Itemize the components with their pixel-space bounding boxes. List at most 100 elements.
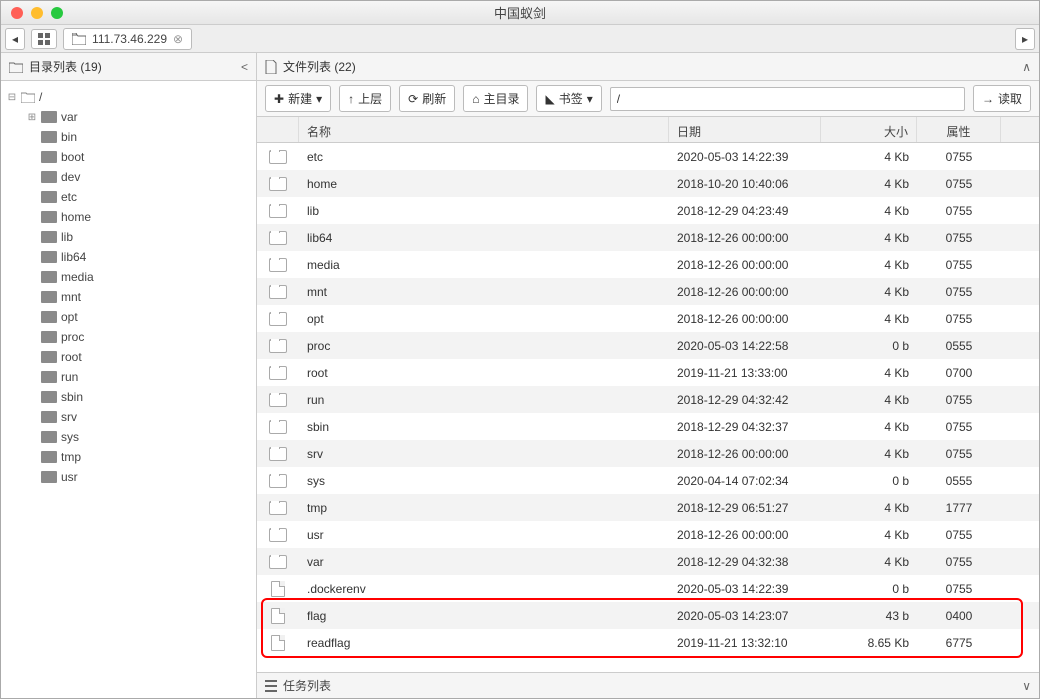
file-row[interactable]: home2018-10-20 10:40:064 Kb0755	[257, 170, 1039, 197]
file-date: 2020-05-03 14:23:07	[669, 609, 821, 623]
tree-item-label: usr	[61, 470, 78, 484]
file-date: 2018-12-26 00:00:00	[669, 528, 821, 542]
file-attr: 0755	[917, 177, 1001, 191]
path-input[interactable]	[610, 87, 965, 111]
tab-host[interactable]: 111.73.46.229 ⊗	[63, 28, 192, 50]
file-name: lib	[299, 204, 669, 218]
file-row[interactable]: var2018-12-29 04:32:384 Kb0755	[257, 548, 1039, 575]
tree-item-label: var	[61, 110, 78, 124]
tree-item-lib[interactable]: lib	[5, 227, 252, 247]
maximize-icon[interactable]	[51, 7, 63, 19]
folder-icon	[41, 411, 57, 423]
col-date[interactable]: 日期	[669, 117, 821, 142]
file-row[interactable]: media2018-12-26 00:00:004 Kb0755	[257, 251, 1039, 278]
caret-left-icon: ◂	[12, 32, 18, 46]
file-row[interactable]: flag2020-05-03 14:23:0743 b0400	[257, 602, 1039, 629]
file-name: home	[299, 177, 669, 191]
tree-item-mnt[interactable]: mnt	[5, 287, 252, 307]
close-icon[interactable]	[11, 7, 23, 19]
expand-toggle-icon[interactable]: ⊟	[7, 92, 17, 103]
new-button[interactable]: ✚新建▾	[265, 85, 331, 112]
tree-item-usr[interactable]: usr	[5, 467, 252, 487]
tree-item-bin[interactable]: bin	[5, 127, 252, 147]
tree-item-run[interactable]: run	[5, 367, 252, 387]
file-row[interactable]: run2018-12-29 04:32:424 Kb0755	[257, 386, 1039, 413]
file-name: flag	[299, 609, 669, 623]
file-size: 4 Kb	[821, 285, 917, 299]
tree-item-srv[interactable]: srv	[5, 407, 252, 427]
file-size: 4 Kb	[821, 528, 917, 542]
file-row[interactable]: readflag2019-11-21 13:32:108.65 Kb6775	[257, 629, 1039, 656]
home-button[interactable]: ⌂主目录	[463, 85, 528, 112]
filelist-header[interactable]: 文件列表 (22) ∧	[257, 53, 1039, 81]
file-date: 2018-12-29 04:23:49	[669, 204, 821, 218]
folder-icon	[41, 111, 57, 123]
file-row[interactable]: .dockerenv2020-05-03 14:22:390 b0755	[257, 575, 1039, 602]
tree-item-lib64[interactable]: lib64	[5, 247, 252, 267]
tree-item-tmp[interactable]: tmp	[5, 447, 252, 467]
tree-item-label: home	[61, 210, 91, 224]
file-date: 2020-05-03 14:22:39	[669, 150, 821, 164]
folder-icon	[269, 312, 287, 326]
refresh-button[interactable]: ⟳刷新	[399, 85, 455, 112]
col-attr[interactable]: 属性	[917, 117, 1001, 142]
tree-item-opt[interactable]: opt	[5, 307, 252, 327]
tree-item-var[interactable]: ⊞ var	[5, 107, 252, 127]
tree-item-boot[interactable]: boot	[5, 147, 252, 167]
tree-root[interactable]: ⊟/	[5, 87, 252, 107]
tree-item-proc[interactable]: proc	[5, 327, 252, 347]
up-button[interactable]: ↑上层	[339, 85, 391, 112]
file-size: 4 Kb	[821, 447, 917, 461]
sidebar-header[interactable]: 目录列表 (19) <	[1, 53, 256, 81]
col-name[interactable]: 名称	[299, 117, 669, 142]
plus-circle-icon: ✚	[274, 92, 284, 106]
tree-item-sys[interactable]: sys	[5, 427, 252, 447]
tree-item-sbin[interactable]: sbin	[5, 387, 252, 407]
file-date: 2019-11-21 13:33:00	[669, 366, 821, 380]
read-button[interactable]: →读取	[973, 85, 1031, 112]
file-row[interactable]: srv2018-12-26 00:00:004 Kb0755	[257, 440, 1039, 467]
file-row[interactable]: tmp2018-12-29 06:51:274 Kb1777	[257, 494, 1039, 521]
file-row[interactable]: usr2018-12-26 00:00:004 Kb0755	[257, 521, 1039, 548]
folder-icon	[269, 366, 287, 380]
file-row[interactable]: opt2018-12-26 00:00:004 Kb0755	[257, 305, 1039, 332]
minimize-icon[interactable]	[31, 7, 43, 19]
file-row[interactable]: sbin2018-12-29 04:32:374 Kb0755	[257, 413, 1039, 440]
file-row[interactable]: proc2020-05-03 14:22:580 b0555	[257, 332, 1039, 359]
file-row[interactable]: sys2020-04-14 07:02:340 b0555	[257, 467, 1039, 494]
file-size: 8.65 Kb	[821, 636, 917, 650]
tree-item-media[interactable]: media	[5, 267, 252, 287]
file-name: media	[299, 258, 669, 272]
taskbar[interactable]: 任务列表 ∨	[257, 672, 1039, 698]
arrow-up-icon: ↑	[348, 92, 354, 106]
bookmark-button[interactable]: ◣书签▾	[536, 85, 601, 112]
collapse-icon[interactable]: ∧	[1022, 60, 1031, 74]
tree-item-etc[interactable]: etc	[5, 187, 252, 207]
file-attr: 0755	[917, 312, 1001, 326]
tree-item-label: media	[61, 270, 94, 284]
file-row[interactable]: mnt2018-12-26 00:00:004 Kb0755	[257, 278, 1039, 305]
tree-item-dev[interactable]: dev	[5, 167, 252, 187]
tree-item-root[interactable]: root	[5, 347, 252, 367]
tree-item-home[interactable]: home	[5, 207, 252, 227]
close-tab-icon[interactable]: ⊗	[173, 32, 183, 46]
expand-icon[interactable]: ∨	[1022, 679, 1031, 693]
nav-back-button[interactable]: ◂	[5, 28, 25, 50]
file-attr: 0400	[917, 609, 1001, 623]
file-row[interactable]: etc2020-05-03 14:22:394 Kb0755	[257, 143, 1039, 170]
apps-grid-button[interactable]	[31, 29, 57, 49]
expand-toggle-icon[interactable]: ⊞	[27, 112, 37, 123]
file-row[interactable]: lib642018-12-26 00:00:004 Kb0755	[257, 224, 1039, 251]
file-row[interactable]: lib2018-12-29 04:23:494 Kb0755	[257, 197, 1039, 224]
home-icon: ⌂	[472, 92, 479, 106]
folder-icon	[21, 91, 35, 103]
col-icon[interactable]	[257, 117, 299, 142]
col-size[interactable]: 大小	[821, 117, 917, 142]
folder-icon	[41, 311, 57, 323]
sidebar-title: 目录列表 (19)	[29, 58, 102, 75]
file-row[interactable]: root2019-11-21 13:33:004 Kb0700	[257, 359, 1039, 386]
arrow-right-icon: →	[982, 92, 994, 106]
tree-item-label: root	[61, 350, 82, 364]
collapse-icon[interactable]: <	[241, 60, 248, 74]
nav-forward-button[interactable]: ▸	[1015, 28, 1035, 50]
